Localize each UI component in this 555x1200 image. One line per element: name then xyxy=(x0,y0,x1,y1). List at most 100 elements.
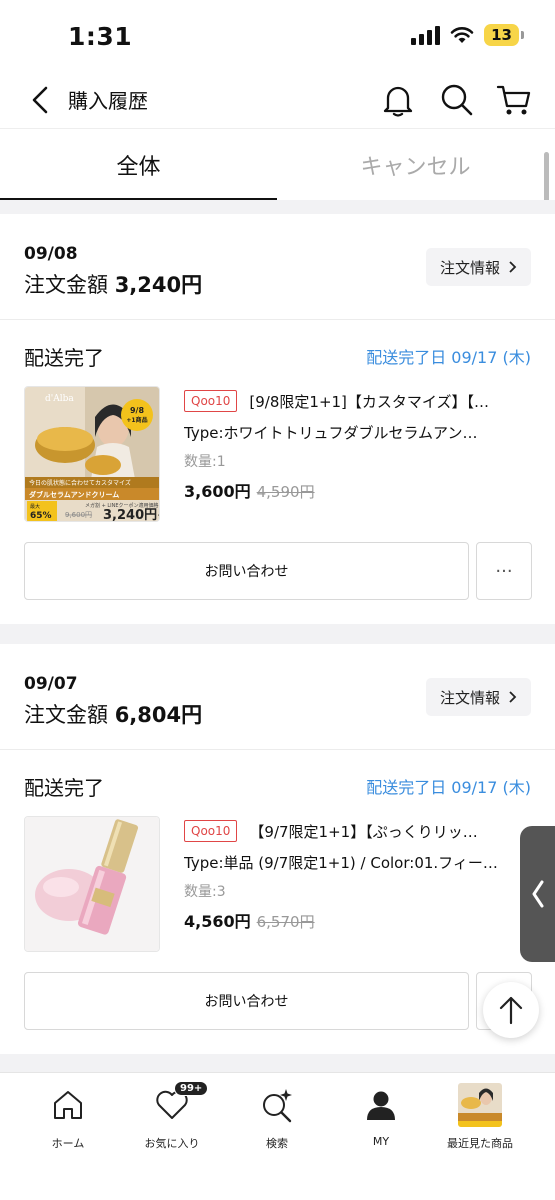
nav-my-label: MY xyxy=(372,1135,390,1148)
product-info[interactable]: Qoo10 [9/8限定1+1]【カスタマイズ】【… Type:ホワイトトリュフ… xyxy=(184,388,534,502)
side-drawer-handle[interactable] xyxy=(520,826,555,962)
product-image[interactable] xyxy=(24,816,160,952)
search-button[interactable] xyxy=(437,80,477,120)
cellular-signal-icon xyxy=(411,25,441,45)
order-date: 09/07 xyxy=(24,674,78,694)
search-sparkle-icon xyxy=(255,1083,299,1127)
product-name: 【9/7限定1+1】【ぷっくりリッ… xyxy=(249,822,478,841)
price-original: 6,570円 xyxy=(256,913,315,931)
order-header: 09/08 注文金額 3,240円 注文情報 xyxy=(0,214,555,320)
product-title-line: Qoo10 【9/7限定1+1】【ぷっくりリッ… xyxy=(184,818,534,844)
status-icons: 13 xyxy=(411,24,524,46)
product-type: Type:単品 (9/7限定1+1) / Color:01.フィー… xyxy=(184,854,498,872)
order-amount: 注文金額 6,804円 xyxy=(24,699,202,729)
status-bar: 1:31 13 xyxy=(0,0,555,72)
home-icon xyxy=(46,1083,90,1127)
order-info-label: 注文情報 xyxy=(439,688,500,707)
product-name: [9/8限定1+1]【カスタマイズ】【… xyxy=(249,392,489,411)
search-icon xyxy=(441,84,473,116)
product-price: 3,600円 4,590円 xyxy=(184,478,534,502)
shop-badge: Qoo10 xyxy=(184,390,238,412)
chevron-left-icon xyxy=(532,880,543,908)
cart-button[interactable] xyxy=(494,80,534,120)
section-divider xyxy=(0,624,555,644)
order-date: 09/08 xyxy=(24,244,78,264)
nav-home-label: ホーム xyxy=(51,1137,85,1150)
image-badge-text: +1商品 xyxy=(126,416,147,424)
product-image[interactable]: 9/8 +1商品 d'Alba 今日の肌状態に合わせてカスタマイズ ダブルセラム… xyxy=(24,386,160,522)
chevron-left-icon xyxy=(32,86,48,114)
order-info-label: 注文情報 xyxy=(439,258,500,277)
order-amount-value: 3,240円 xyxy=(114,273,203,297)
favorites-count-badge: 99+ xyxy=(174,1081,209,1096)
tab-bar: 全体 キャンセル xyxy=(0,128,555,201)
tab-cancel[interactable]: キャンセル xyxy=(277,129,554,201)
image-promo-line2: ダブルセラムアンドクリーム xyxy=(29,490,119,499)
heart-icon: 99+ xyxy=(150,1081,209,1127)
cart-icon xyxy=(496,85,531,115)
nav-favorites-label: お気に入り xyxy=(144,1137,200,1150)
price-original: 4,590円 xyxy=(256,483,315,501)
order-header: 09/07 注文金額 6,804円 注文情報 xyxy=(0,644,555,750)
order-info-button[interactable]: 注文情報 xyxy=(425,678,531,716)
delivery-date[interactable]: 配送完了日 09/17 (木) xyxy=(366,774,531,798)
shop-badge: Qoo10 xyxy=(184,820,238,842)
image-promo-line1: 今日の肌状態に合わせてカスタマイズ xyxy=(29,479,131,487)
back-button[interactable] xyxy=(26,84,56,116)
notification-button[interactable] xyxy=(378,80,418,120)
inquiry-button[interactable]: お問い合わせ xyxy=(24,972,469,1030)
nav-favorites[interactable]: 99+ お気に入り xyxy=(122,1081,222,1163)
product-quantity: 数量:1 xyxy=(184,454,226,470)
nav-my[interactable]: MY xyxy=(331,1083,431,1163)
order-body: 配送完了 配送完了日 09/17 (木) 9/8 +1商品 d'Alba 今日の… xyxy=(0,320,555,624)
chevron-right-icon xyxy=(509,691,517,703)
order-card: 09/08 注文金額 3,240円 注文情報 配送完了 配送完了日 09/17 … xyxy=(0,214,555,624)
order-amount: 注文金額 3,240円 xyxy=(24,269,202,299)
order-card: 09/07 注文金額 6,804円 注文情報 配送完了 配送完了日 09/17 … xyxy=(0,644,555,1054)
delivery-status: 配送完了 xyxy=(24,346,104,370)
bottom-navigation: ホーム 99+ お気に入り 検索 MY 最近見た商品 xyxy=(0,1072,555,1200)
product-price: 4,560円 6,570円 xyxy=(184,908,534,932)
product-info[interactable]: Qoo10 【9/7限定1+1】【ぷっくりリッ… Type:単品 (9/7限定1… xyxy=(184,818,534,932)
page-title: 購入履歴 xyxy=(68,89,148,113)
image-old-price: 9,600円 xyxy=(65,511,92,519)
price-current: 3,600円 xyxy=(184,482,251,501)
status-time: 1:31 xyxy=(68,22,133,51)
wifi-icon xyxy=(450,27,474,43)
image-discount: 65% xyxy=(30,511,52,521)
app-header: 購入履歴 xyxy=(0,72,555,128)
person-icon xyxy=(359,1083,403,1127)
order-amount-label: 注文金額 xyxy=(24,273,108,297)
more-options-button[interactable]: ··· xyxy=(476,542,532,600)
nav-search[interactable]: 検索 xyxy=(227,1083,327,1163)
image-badge-date: 9/8 xyxy=(130,406,144,415)
nav-search-label: 検索 xyxy=(266,1137,288,1150)
delivery-date[interactable]: 配送完了日 09/17 (木) xyxy=(366,344,531,368)
delivery-status: 配送完了 xyxy=(24,776,104,800)
order-info-button[interactable]: 注文情報 xyxy=(425,248,531,286)
bell-icon xyxy=(383,86,413,117)
product-title-line: Qoo10 [9/8限定1+1]【カスタマイズ】【… xyxy=(184,388,534,414)
product-quantity: 数量:3 xyxy=(184,884,226,900)
image-brand: d'Alba xyxy=(45,394,74,404)
price-current: 4,560円 xyxy=(184,912,251,931)
order-amount-label: 注文金額 xyxy=(24,703,108,727)
order-amount-value: 6,804円 xyxy=(114,703,203,727)
nav-recent-label: 最近見た商品 xyxy=(447,1137,513,1150)
image-discount-label: 最大 xyxy=(30,503,40,510)
image-new-price: 3,240円~ xyxy=(103,508,160,522)
nav-recent-products[interactable]: 最近見た商品 xyxy=(430,1083,530,1163)
product-image-art: 9/8 +1商品 d'Alba 今日の肌状態に合わせてカスタマイズ ダブルセラム… xyxy=(25,387,160,522)
section-divider xyxy=(0,200,555,214)
arrow-up-icon xyxy=(499,996,523,1025)
recent-product-thumbnail xyxy=(458,1083,502,1127)
battery-indicator: 13 xyxy=(484,24,524,46)
section-divider xyxy=(0,1052,555,1072)
inquiry-button[interactable]: お問い合わせ xyxy=(24,542,469,600)
nav-home[interactable]: ホーム xyxy=(18,1083,118,1163)
order-body: 配送完了 配送完了日 09/17 (木) Qoo10 【9/7限定1+1】【ぷっ… xyxy=(0,750,555,1054)
scroll-to-top-button[interactable] xyxy=(483,982,539,1038)
product-image-art xyxy=(25,817,159,951)
chevron-right-icon xyxy=(509,261,517,273)
tab-all[interactable]: 全体 xyxy=(0,129,277,201)
